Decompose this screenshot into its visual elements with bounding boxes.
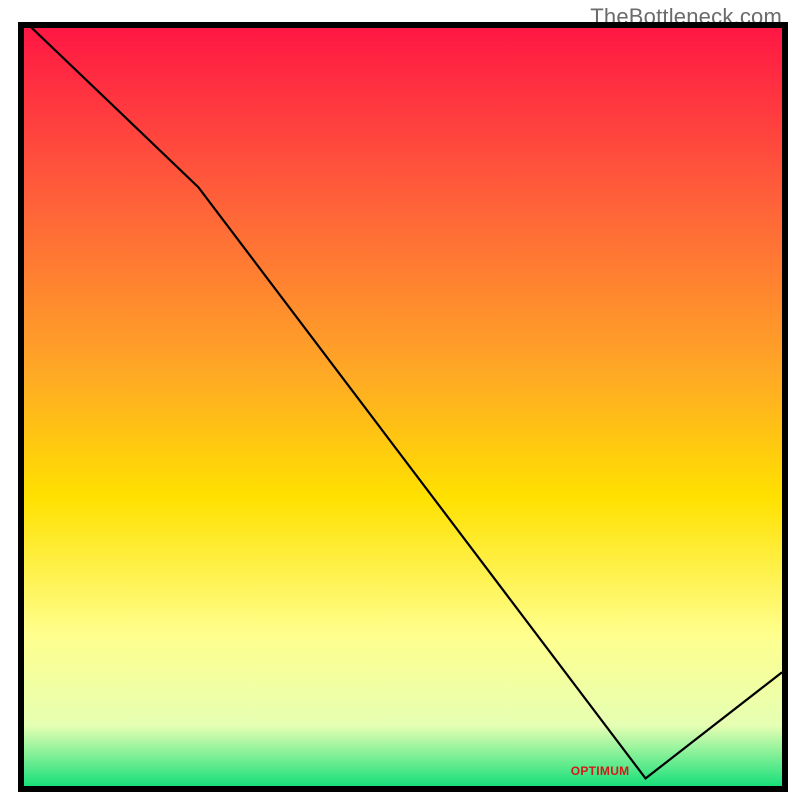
plot-svg: [24, 28, 782, 786]
plot-background: [24, 28, 782, 786]
chart-container: TheBottleneck.com OPTIMUM: [0, 0, 800, 800]
optimum-annotation: OPTIMUM: [571, 764, 630, 778]
plot-area: OPTIMUM: [24, 28, 782, 786]
plot-frame: OPTIMUM: [18, 28, 782, 792]
